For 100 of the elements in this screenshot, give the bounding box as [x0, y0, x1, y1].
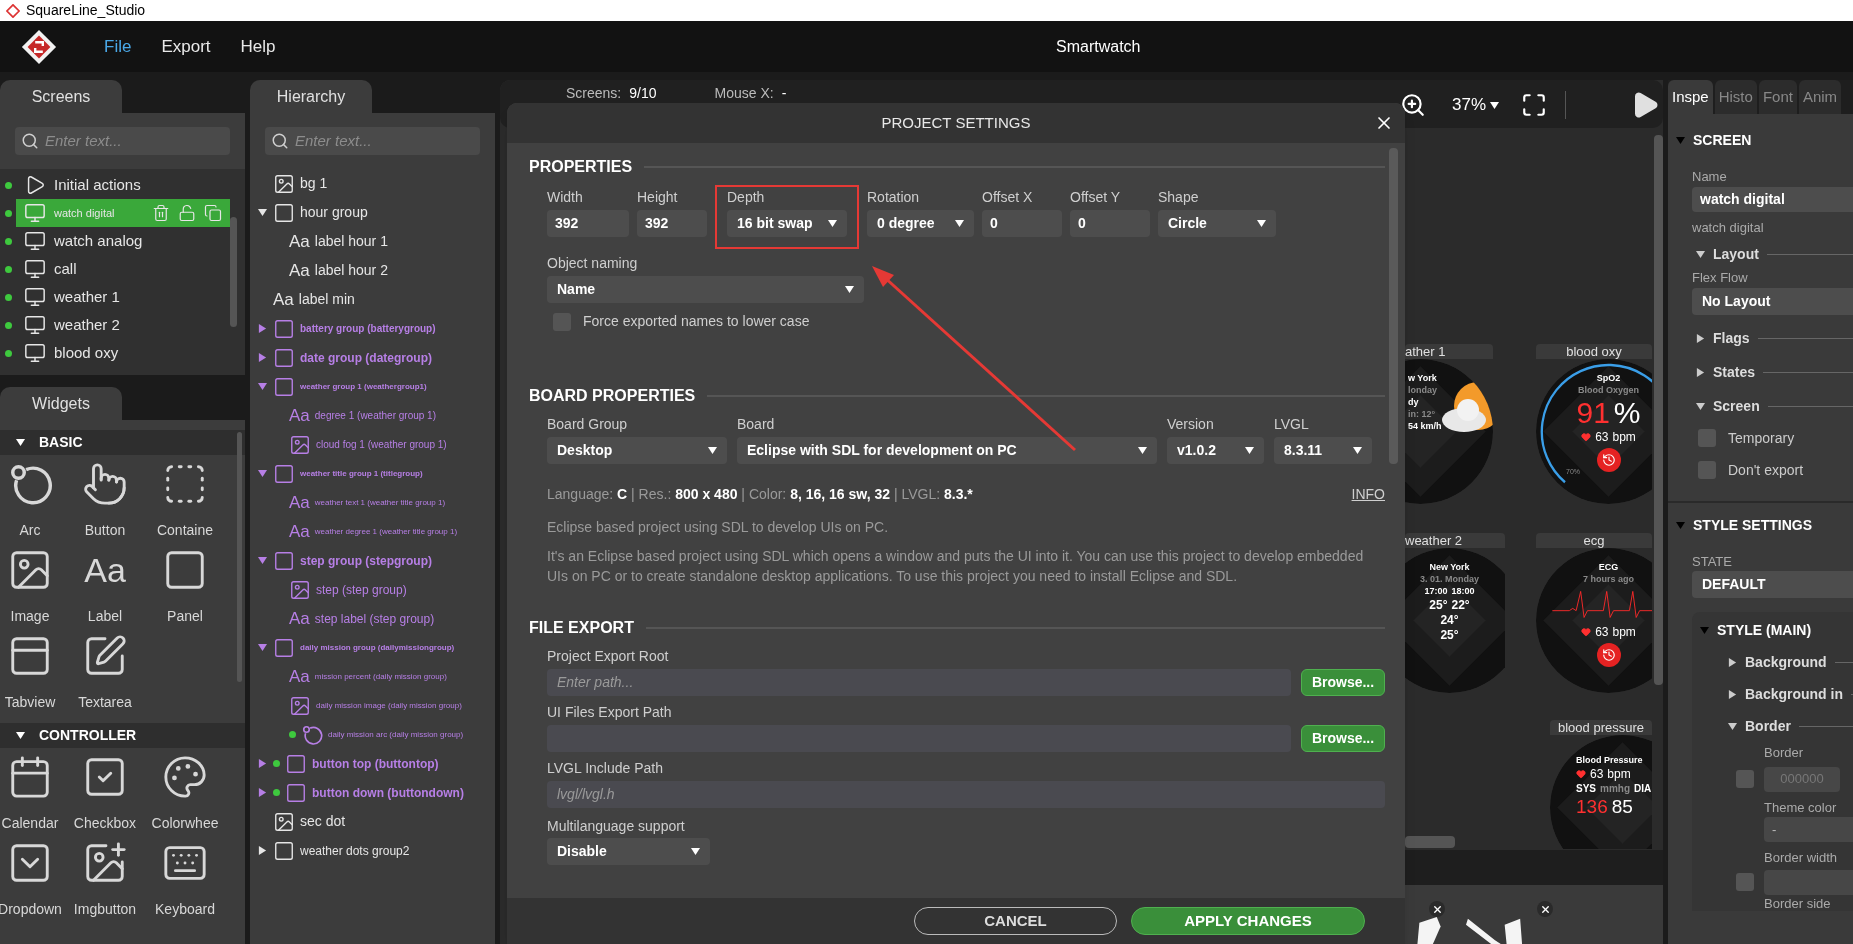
group-heading[interactable]: States — [1713, 361, 1756, 383]
scrollbar[interactable] — [1405, 836, 1455, 848]
info-link[interactable]: INFO — [1351, 484, 1385, 505]
caret-icon[interactable] — [16, 438, 25, 447]
screen-item[interactable]: call — [16, 255, 230, 283]
inspector-tab[interactable]: Font — [1758, 80, 1797, 114]
browse-button[interactable]: Browse... — [1301, 725, 1385, 752]
scrollbar[interactable] — [230, 217, 237, 327]
screen-item[interactable]: weather 1 — [16, 283, 230, 311]
checkbox[interactable] — [1736, 873, 1754, 891]
tree-item[interactable]: sec dot — [250, 807, 495, 836]
input-field[interactable]: 392 — [637, 210, 707, 237]
panel-tab[interactable]: Widgets — [0, 387, 122, 420]
screen-label[interactable]: ather 1 — [1405, 344, 1493, 359]
tree-item[interactable]: weather dots group2 — [250, 836, 495, 865]
caret-icon[interactable] — [1728, 658, 1737, 667]
widget-button[interactable]: Image — [0, 547, 62, 627]
scrollbar[interactable] — [1654, 135, 1663, 685]
dropdown[interactable]: DEFAULT — [1692, 571, 1853, 598]
tree-item[interactable]: daily mission group (dailymissiongroup) — [250, 633, 495, 662]
dropdown[interactable]: Name — [547, 276, 864, 303]
tree-item[interactable]: bg 1 — [250, 169, 495, 198]
input-field[interactable]: 0 — [1070, 210, 1150, 237]
group-heading[interactable]: Screen — [1713, 395, 1760, 417]
browse-button[interactable]: Browse... — [1301, 669, 1385, 696]
widget-button[interactable]: Textarea — [62, 633, 148, 713]
zoom-dropdown[interactable]: 37% — [1452, 92, 1500, 118]
widget-button[interactable]: Keyboard — [148, 840, 222, 920]
inspector-tab[interactable]: Histo — [1714, 80, 1757, 114]
checkbox[interactable] — [1698, 461, 1716, 479]
group-heading[interactable]: Flags — [1713, 327, 1750, 349]
tree-item[interactable]: Aa degree 1 (weather group 1) — [250, 401, 495, 430]
tree-item[interactable]: step (step group) — [250, 575, 495, 604]
input-field[interactable]: 0 — [982, 210, 1062, 237]
remove-badge[interactable] — [1429, 901, 1445, 917]
widget-button[interactable]: Arc — [0, 461, 62, 541]
tree-item[interactable]: daily mission arc (daily mission group) — [250, 720, 495, 749]
screen-item[interactable]: blood oxy — [16, 339, 230, 367]
tree-item[interactable]: Aa label hour 1 — [250, 227, 495, 256]
caret-icon[interactable] — [1490, 100, 1500, 110]
tree-item[interactable]: Aa label min — [250, 285, 495, 314]
remove-badge[interactable] — [1537, 901, 1553, 917]
caret-icon[interactable] — [258, 208, 267, 217]
group-heading[interactable]: Layout — [1713, 244, 1759, 265]
caret-icon[interactable] — [258, 846, 267, 855]
widget-button[interactable]: Button — [62, 461, 148, 541]
scrollbar[interactable] — [237, 432, 242, 682]
tree-item[interactable]: weather title group 1 (titlegroup) — [250, 459, 495, 488]
tree-item[interactable]: Aa step label (step group) — [250, 604, 495, 633]
caret-icon[interactable] — [955, 219, 964, 228]
caret-icon[interactable] — [1138, 446, 1147, 455]
group-heading[interactable]: Background — [1745, 652, 1827, 673]
input-field[interactable]: 392 — [547, 210, 629, 237]
caret-icon[interactable] — [691, 847, 700, 856]
tree-item[interactable]: step group (stepgroup) — [250, 546, 495, 575]
caret-icon[interactable] — [1696, 250, 1705, 259]
panel-tab[interactable]: Hierarchy — [250, 80, 372, 113]
dropdown[interactable]: Eclipse with SDL for development on PC — [737, 437, 1157, 464]
tree-item[interactable]: button down (buttondown) — [250, 778, 495, 807]
widget-button[interactable]: Dropdown — [0, 840, 62, 920]
caret-icon[interactable] — [1728, 690, 1737, 699]
tree-item[interactable]: battery group (batterygroup) — [250, 314, 495, 343]
dropdown[interactable]: 16 bit swap — [727, 210, 847, 237]
category-header[interactable]: CONTROLLER — [0, 723, 245, 748]
caret-icon[interactable] — [16, 731, 25, 740]
menu-item[interactable]: Help — [240, 33, 276, 60]
screen-label[interactable]: weather 2 — [1405, 533, 1505, 548]
tree-item[interactable]: button top (buttontop) — [250, 749, 495, 778]
screen-item[interactable]: weather 2 — [16, 311, 230, 339]
menu-item[interactable]: Export — [161, 33, 211, 60]
tree-item[interactable]: daily mission image (daily mission group) — [250, 691, 495, 720]
caret-icon[interactable] — [1696, 367, 1705, 377]
tree-item[interactable]: date group (dategroup) — [250, 343, 495, 372]
screen-label[interactable]: blood pressure — [1550, 720, 1652, 735]
section-heading[interactable]: SCREEN — [1693, 130, 1752, 151]
tree-item[interactable]: Aa mission percent (daily mission group) — [250, 662, 495, 691]
tree-item[interactable]: Aa label hour 2 — [250, 256, 495, 285]
dropdown[interactable]: Disable — [547, 838, 710, 865]
screen-item[interactable]: Initial actions — [16, 171, 230, 199]
checkbox[interactable] — [1698, 429, 1716, 447]
caret-icon[interactable] — [1728, 722, 1737, 731]
apply-button[interactable]: APPLY CHANGES — [1131, 907, 1365, 935]
caret-icon[interactable] — [1245, 446, 1254, 455]
screen-label[interactable]: blood oxy — [1536, 344, 1652, 359]
caret-icon[interactable] — [1353, 446, 1362, 455]
caret-icon[interactable] — [708, 446, 717, 455]
dropdown[interactable]: v1.0.2 — [1167, 437, 1264, 464]
tree-item[interactable]: cloud fog 1 (weather group 1) — [250, 430, 495, 459]
input-field[interactable]: watch digital — [1692, 186, 1853, 212]
fullscreen-icon[interactable] — [1521, 92, 1548, 118]
widget-button[interactable]: Aa Label — [62, 547, 148, 627]
widget-button[interactable]: Checkbox — [62, 754, 148, 834]
dropdown[interactable]: Desktop — [547, 437, 727, 464]
tree-item[interactable]: Aa weather degree 1 (weather title group 1) — [250, 517, 495, 546]
group-heading[interactable]: Border — [1745, 716, 1791, 737]
dropdown[interactable]: - — [1764, 817, 1853, 842]
panel-tab[interactable]: Screens — [0, 80, 122, 113]
caret-icon[interactable] — [1257, 219, 1266, 228]
widget-button[interactable]: Imgbutton — [62, 840, 148, 920]
caret-icon[interactable] — [845, 285, 854, 294]
